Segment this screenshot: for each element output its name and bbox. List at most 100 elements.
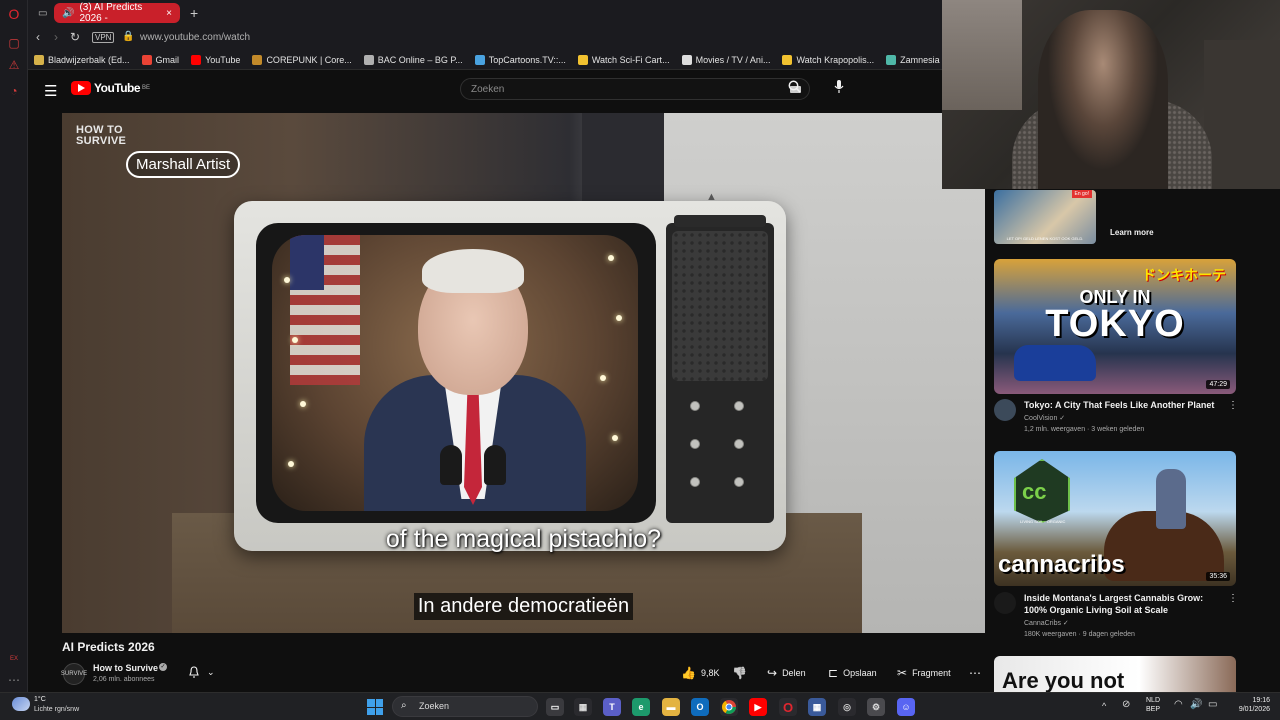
dislike-button[interactable]: 👎: [732, 666, 752, 680]
recommendation-channel[interactable]: CannaCribs ✓: [1024, 619, 1069, 627]
subtitle-caption: In andere democratieën: [413, 593, 634, 620]
url-field[interactable]: www.youtube.com/watch: [140, 32, 250, 43]
bookmark-item[interactable]: BAC Online – BG P...: [363, 54, 463, 65]
volume-icon[interactable]: 🔊: [1190, 699, 1202, 710]
car-image: [1014, 345, 1096, 381]
channel-avatar[interactable]: [994, 592, 1016, 614]
channel-avatar[interactable]: SURVIVE: [61, 663, 87, 685]
podium-mic: [440, 445, 462, 485]
extensions-icon[interactable]: EX: [6, 651, 22, 667]
microphone-icon[interactable]: [834, 80, 844, 96]
bookmarks-bar: Bladwijzerbalk (Ed... Gmail YouTube COREPUN…: [28, 50, 942, 70]
bookmark-label: Watch Krapopolis...: [796, 54, 875, 65]
learn-more-button[interactable]: Learn more: [1110, 228, 1154, 237]
lock-icon[interactable]: 🔒: [122, 31, 134, 42]
youtube-logo[interactable]: YouTube BE: [71, 81, 150, 95]
youtube-header: ☰ YouTube BE Zoeken: [28, 70, 942, 110]
youtube-wordmark: YouTube: [94, 81, 141, 95]
more-icon[interactable]: ⋯: [6, 672, 22, 688]
more-vertical-icon[interactable]: ⋮: [1228, 400, 1238, 411]
bookmark-label: Gmail: [155, 54, 180, 65]
search-placeholder: Zoeken: [471, 84, 505, 95]
bookmark-item[interactable]: COREPUNK | Core...: [252, 54, 352, 65]
recommendation-thumbnail[interactable]: cc LIVING SOIL · ORGANIC cannacribs 35:3…: [994, 451, 1236, 586]
file-explorer-icon[interactable]: ▬: [662, 698, 680, 716]
start-button[interactable]: [367, 699, 383, 715]
taskbar-search-label: Zoeken: [419, 701, 450, 711]
search-icon: ⌕: [401, 700, 407, 711]
new-tab-button[interactable]: +: [182, 3, 198, 23]
edge-icon[interactable]: e: [632, 698, 650, 716]
weather-description[interactable]: Lichte rgn/snw: [34, 706, 79, 713]
reload-icon[interactable]: ↻: [70, 30, 80, 44]
recommendation-title[interactable]: Tokyo: A City That Feels Like Another Pl…: [1024, 399, 1220, 411]
save-button[interactable]: ⊏ Opslaan: [828, 666, 877, 680]
forward-icon[interactable]: ›: [54, 30, 58, 44]
recommendation-thumbnail[interactable]: Are you not: [994, 656, 1236, 692]
chevron-down-icon[interactable]: ⌄: [207, 667, 215, 678]
bookmark-item[interactable]: Gmail: [141, 54, 180, 65]
clip-button[interactable]: ✂ Fragment: [897, 666, 951, 680]
task-view-icon[interactable]: ▭: [546, 698, 564, 716]
channel-avatar[interactable]: [994, 399, 1016, 421]
store-icon[interactable]: ▦: [574, 698, 592, 716]
steam-icon[interactable]: ◎: [838, 698, 856, 716]
settings-gear-icon[interactable]: ⚙: [867, 698, 885, 716]
bookmark-item[interactable]: Zamnesia | Het Be: [886, 54, 942, 65]
temperature[interactable]: 1°C: [34, 696, 46, 703]
menu-icon[interactable]: ☰: [44, 82, 57, 100]
back-icon[interactable]: ‹: [36, 30, 40, 44]
chrome-icon[interactable]: [720, 698, 738, 716]
vpn-badge[interactable]: VPN: [92, 32, 115, 43]
bookmark-label: BAC Online – BG P...: [377, 54, 463, 65]
video-duration: 47:29: [1206, 380, 1230, 389]
pinboard-icon[interactable]: ⚠: [6, 57, 22, 73]
clock[interactable]: 19:16 9/01/2026: [1228, 696, 1270, 714]
recommendation-thumbnail[interactable]: ドンキホーテ ONLY IN TOKYO 47:29: [994, 259, 1236, 394]
wifi-icon[interactable]: ◠: [1174, 699, 1183, 710]
recommendation-channel[interactable]: CoolVision ✓: [1024, 414, 1065, 422]
bookmark-label: Movies / TV / Ani...: [695, 54, 771, 65]
opera-icon[interactable]: O: [779, 698, 797, 716]
discord-icon[interactable]: ☺: [897, 698, 915, 716]
opera-logo-icon[interactable]: O: [6, 6, 22, 22]
history-icon[interactable]: ◔: [6, 83, 22, 99]
ad-thumbnail[interactable]: En go! LET OP! GELD LENEN KOST OOK GELD.: [994, 190, 1096, 244]
bookmark-item[interactable]: Watch Krapopolis...: [782, 54, 875, 65]
tray-app-icon[interactable]: ⊘: [1122, 699, 1130, 710]
thumbs-down-icon: 👎: [732, 666, 747, 680]
share-button[interactable]: ↪ Delen: [767, 666, 806, 680]
bookmark-item[interactable]: Watch Sci-Fi Cart...: [577, 54, 670, 65]
bookmark-favicon-icon: [252, 54, 263, 65]
outlook-icon[interactable]: O: [691, 698, 709, 716]
more-vertical-icon[interactable]: ⋮: [1228, 593, 1238, 604]
subscriber-count: 2,06 mln. abonnees: [93, 676, 155, 683]
cursor-icon: ▲: [706, 191, 717, 203]
bell-icon[interactable]: [188, 666, 200, 681]
bookmark-item[interactable]: Bladwijzerbalk (Ed...: [34, 54, 130, 65]
language-indicator[interactable]: NLD BEP: [1146, 696, 1160, 714]
calculator-icon[interactable]: ▦: [808, 698, 826, 716]
tab-overview-icon[interactable]: ▭: [30, 3, 52, 23]
tab-close-icon[interactable]: ×: [166, 8, 172, 19]
bookmark-item[interactable]: YouTube: [191, 54, 240, 65]
search-input[interactable]: Zoeken: [460, 78, 810, 100]
tab-youtube[interactable]: 🔊 (3) AI Predicts 2026 - ×: [54, 2, 180, 24]
teams-icon[interactable]: T: [603, 698, 621, 716]
save-label: Opslaan: [843, 668, 877, 678]
workspaces-icon[interactable]: ▢: [6, 35, 22, 51]
battery-icon[interactable]: ▭: [1208, 699, 1217, 710]
like-button[interactable]: 👍 9,8K: [681, 666, 719, 680]
weather-icon[interactable]: [12, 697, 30, 711]
video-player[interactable]: ▲ HOW TO SURVIVE Marshall Artist of the …: [62, 113, 985, 633]
channel-name[interactable]: How to Survive: [93, 663, 158, 673]
recommendation-title[interactable]: Inside Montana's Largest Cannabis Grow: …: [1024, 592, 1220, 616]
bookmark-item[interactable]: Movies / TV / Ani...: [681, 54, 771, 65]
chevron-up-icon[interactable]: ^: [1102, 701, 1106, 711]
clip-label: Fragment: [912, 668, 951, 678]
search-icon[interactable]: [788, 80, 801, 96]
bookmark-item[interactable]: TopCartoons.TV::...: [474, 54, 566, 65]
more-actions-button[interactable]: ⋯: [969, 666, 986, 680]
taskbar-search[interactable]: ⌕ Zoeken: [392, 696, 538, 717]
youtube-app-icon[interactable]: ▶: [749, 698, 767, 716]
